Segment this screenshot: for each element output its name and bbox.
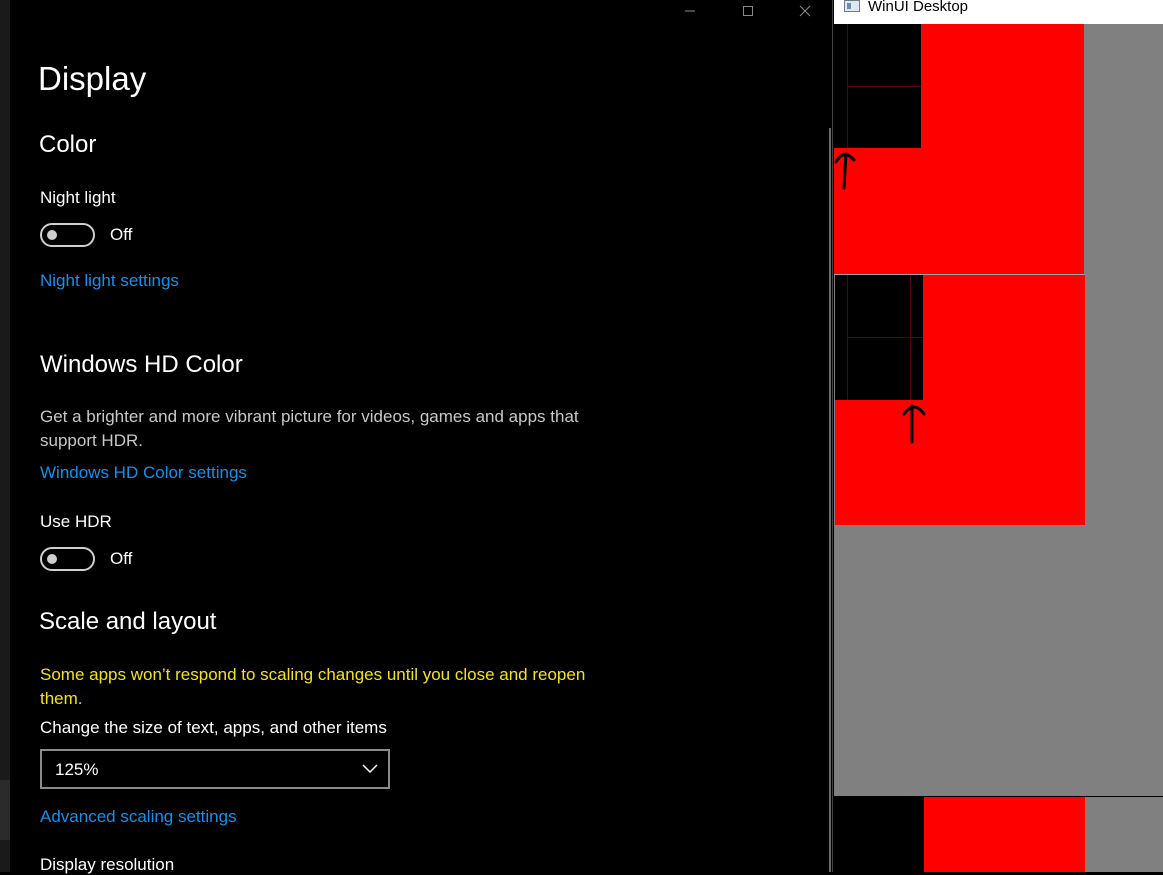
night-light-toggle[interactable] [40, 223, 95, 247]
minimize-button[interactable] [667, 0, 713, 22]
use-hdr-state: Off [110, 549, 133, 568]
maximize-icon [743, 6, 753, 16]
close-button[interactable] [782, 0, 828, 22]
arrow-up-icon [902, 404, 926, 444]
toggle-knob [47, 554, 57, 564]
hd-color-description: Get a brighter and more vibrant picture … [40, 407, 579, 450]
advanced-scaling-link[interactable]: Advanced scaling settings [40, 807, 237, 827]
arrow-up-icon [834, 152, 856, 190]
black-grid-bottom [834, 797, 924, 872]
night-light-settings-link[interactable]: Night light settings [40, 271, 179, 291]
minimize-icon [685, 10, 695, 12]
hd-color-heading: Windows HD Color [40, 351, 243, 378]
winui-titlebar[interactable]: WinUI Desktop [834, 0, 1163, 24]
display-resolution-label: Display resolution [40, 855, 175, 874]
window-border [832, 0, 833, 872]
close-icon [799, 5, 811, 17]
toggle-knob [47, 230, 57, 240]
scale-dropdown-value: 125% [55, 760, 99, 779]
color-heading: Color [39, 131, 97, 158]
size-label: Change the size of text, apps, and other… [40, 718, 387, 737]
use-hdr-label: Use HDR [40, 512, 112, 531]
use-hdr-toggle[interactable] [40, 547, 95, 571]
maximize-button[interactable] [725, 0, 771, 22]
red-panel-bottom [924, 797, 1085, 872]
background-window-edge [0, 0, 10, 872]
app-window-icon [844, 0, 860, 12]
page-title: Display [38, 60, 147, 97]
chevron-down-icon [362, 764, 378, 774]
settings-window: Display Color Night light Off Night ligh… [0, 0, 833, 874]
night-light-label: Night light [40, 188, 116, 207]
hd-color-settings-link[interactable]: Windows HD Color settings [40, 463, 247, 483]
grid-line [847, 337, 923, 338]
winui-desktop-window: WinUI Desktop [834, 0, 1163, 872]
grid-line [847, 86, 921, 87]
scrollbar[interactable] [829, 128, 831, 872]
night-light-state: Off [110, 225, 133, 244]
scale-layout-heading: Scale and layout [39, 608, 217, 635]
scale-dropdown[interactable]: 125% [40, 749, 390, 789]
winui-title: WinUI Desktop [868, 0, 969, 15]
scaling-warning: Some apps won’t respond to scaling chang… [40, 665, 586, 708]
background-window-edge-highlight [0, 780, 10, 840]
